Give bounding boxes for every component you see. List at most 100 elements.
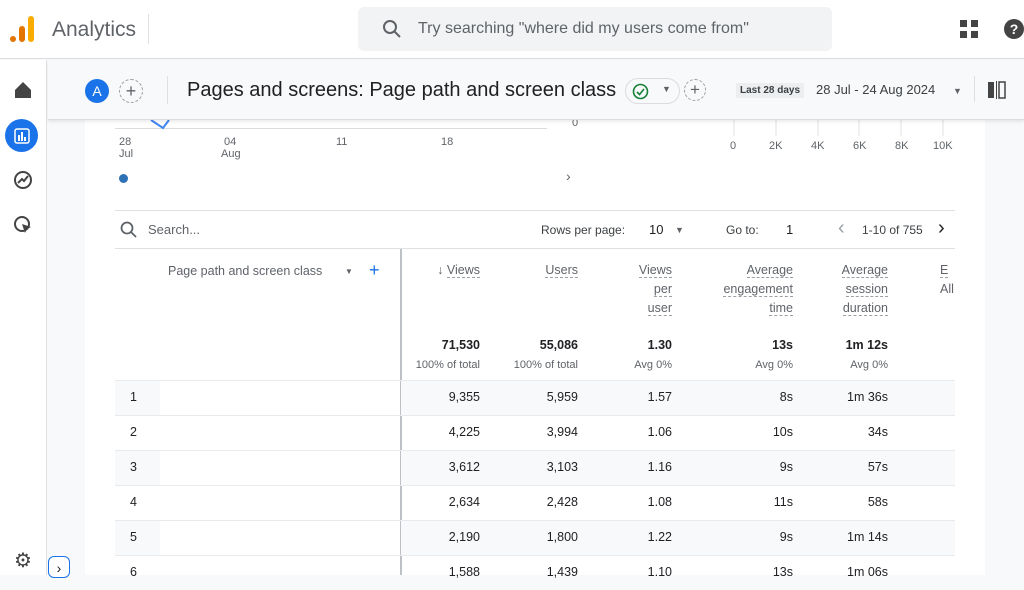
bar-tick: 8K: [895, 140, 909, 152]
explore-icon[interactable]: [8, 165, 38, 195]
row-index: 6: [130, 565, 137, 579]
header-avg-engagement[interactable]: Average engagement time: [693, 261, 793, 318]
row-cell: 1.10: [647, 565, 672, 579]
row-cell: 4,225: [448, 425, 480, 439]
goto-input[interactable]: 1: [786, 222, 793, 237]
bar-tick: 6K: [853, 140, 867, 152]
table-row[interactable]: 3 3,612 3,103 1.16 9s 57s: [115, 450, 955, 485]
home-icon[interactable]: [8, 75, 38, 105]
app-name: Analytics: [52, 18, 137, 41]
row-cell: 1,439: [546, 565, 578, 579]
settings-gear-icon[interactable]: ⚙: [8, 545, 38, 575]
header-avg-session[interactable]: Average session duration: [808, 261, 888, 318]
header-views-per-user[interactable]: Views per user: [600, 261, 672, 318]
compare-columns-icon[interactable]: [987, 81, 1007, 99]
table-row[interactable]: 1 9,355 5,959 1.57 8s 1m 36s: [115, 380, 955, 415]
add-button[interactable]: +: [684, 79, 706, 101]
chevron-down-icon[interactable]: ▼: [675, 225, 684, 235]
row-cell: 3,994: [546, 425, 578, 439]
apps-grid-icon[interactable]: [960, 20, 978, 38]
search-input[interactable]: Try searching "where did my users come f…: [358, 7, 832, 51]
chevron-right-icon[interactable]: ›: [566, 168, 571, 184]
row-cell: 1.06: [647, 425, 672, 439]
row-index: 3: [130, 460, 137, 474]
header-views[interactable]: ↓ Views: [420, 261, 480, 280]
divider: [148, 14, 149, 44]
advertising-icon[interactable]: [8, 210, 38, 240]
row-cell: 58s: [867, 495, 888, 509]
next-page-chevron-icon[interactable]: ›: [938, 217, 945, 240]
table-search-icon: [120, 221, 137, 238]
x-tick: Aug: [221, 148, 241, 160]
row-shade: [115, 451, 160, 485]
row-cell: 34s: [867, 425, 888, 439]
chevron-down-icon: ▼: [662, 84, 671, 94]
row-cell: 9s: [779, 530, 793, 544]
dimension-chevron-down-icon[interactable]: ▼: [345, 267, 353, 276]
bar-tick: 4K: [811, 140, 825, 152]
row-cell: 57s: [867, 460, 888, 474]
status-dropdown[interactable]: ▼: [625, 78, 680, 104]
table-row[interactable]: 2 4,225 3,994 1.06 10s 34s: [115, 415, 955, 450]
row-cell: 2,634: [448, 495, 480, 509]
top-bar: Analytics Try searching "where did my us…: [0, 0, 1024, 59]
bar-tick: 0: [730, 140, 737, 152]
row-cell: 2,428: [546, 495, 578, 509]
analytics-logo: [10, 16, 34, 42]
date-chip[interactable]: Last 28 days: [736, 83, 805, 98]
row-cell: 3,103: [546, 460, 578, 474]
x-tick: 18: [441, 136, 454, 148]
add-comparison-button[interactable]: +: [119, 79, 143, 103]
rows-per-page-select[interactable]: 10: [649, 222, 663, 237]
row-cell: 5,959: [546, 390, 578, 404]
add-dimension-button[interactable]: +: [369, 260, 380, 281]
help-icon[interactable]: ?: [1004, 19, 1024, 39]
total-avg-session: 1m 12s: [845, 338, 888, 352]
x-tick: 28: [119, 136, 132, 148]
report-header: A + Pages and screens: Page path and scr…: [48, 60, 1024, 120]
divider: [115, 210, 955, 211]
table-row[interactable]: 4 2,634 2,428 1.08 11s 58s: [115, 485, 955, 520]
row-cell: 9s: [779, 460, 793, 474]
table-row[interactable]: 5 2,190 1,800 1.22 9s 1m 14s: [115, 520, 955, 555]
divider: [974, 76, 975, 102]
left-nav: ⚙: [0, 60, 47, 575]
row-index: 4: [130, 495, 137, 509]
search-placeholder: Try searching "where did my users come f…: [418, 20, 749, 37]
total-avg-engagement-sub: Avg 0%: [755, 359, 793, 371]
row-cell: 11s: [773, 495, 793, 509]
row-cell: 1,588: [448, 565, 480, 579]
x-tick: 04: [224, 136, 237, 148]
total-users-sub: 100% of total: [513, 359, 578, 371]
row-cell: 9,355: [448, 390, 480, 404]
check-circle-icon: [632, 83, 649, 100]
row-cell: 1m 06s: [847, 565, 888, 579]
bar-tick: 2K: [769, 140, 783, 152]
row-index: 5: [130, 530, 137, 544]
page-title: Pages and screens: Page path and screen …: [187, 79, 617, 101]
date-range[interactable]: 28 Jul - 24 Aug 2024: [816, 82, 935, 97]
dimension-header[interactable]: Page path and screen class: [168, 264, 322, 278]
row-index: 2: [130, 425, 137, 439]
bar-tick: 10K: [933, 140, 953, 152]
row-cell: 1.22: [647, 530, 672, 544]
x-tick: 11: [336, 136, 348, 148]
reports-icon[interactable]: [5, 119, 38, 152]
prev-page-chevron-icon[interactable]: ‹: [838, 217, 845, 240]
header-users[interactable]: Users: [510, 261, 578, 280]
row-cell: 8s: [779, 390, 793, 404]
total-avg-engagement: 13s: [772, 338, 793, 352]
total-users: 55,086: [539, 338, 578, 352]
row-cell: 1.08: [647, 495, 672, 509]
avatar[interactable]: A: [85, 79, 109, 103]
total-avg-session-sub: Avg 0%: [850, 359, 888, 371]
goto-label: Go to:: [726, 223, 759, 237]
table-row[interactable]: 6 1,588 1,439 1.10 13s 1m 06s: [115, 555, 955, 590]
row-cell: 3,612: [448, 460, 480, 474]
date-chevron-down-icon[interactable]: ▼: [953, 86, 962, 96]
total-views-per-user-sub: Avg 0%: [634, 359, 672, 371]
row-shade: [115, 521, 160, 555]
row-shade: [115, 381, 160, 415]
row-cell: 1.57: [647, 390, 672, 404]
table-search-input[interactable]: Search...: [148, 222, 200, 237]
